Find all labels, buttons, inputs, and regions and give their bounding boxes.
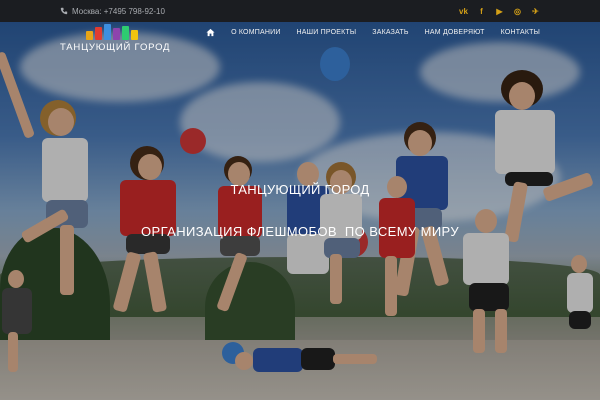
hero-dark-overlay (0, 22, 600, 400)
logo-text: ТАНЦУЮЩИЙ ГОРОД (60, 42, 171, 53)
logo-mark-icon (86, 24, 146, 40)
facebook-icon[interactable]: f (477, 7, 486, 16)
phone-contact[interactable]: Москва: +7495 798-92-10 (60, 0, 165, 22)
main-navigation: О КОМПАНИИ НАШИ ПРОЕКТЫ ЗАКАЗАТЬ НАМ ДОВ… (206, 22, 540, 42)
social-links: vk f ▶ ◎ ✈ (459, 0, 540, 22)
nav-projects[interactable]: НАШИ ПРОЕКТЫ (297, 29, 357, 36)
home-icon[interactable] (206, 28, 215, 37)
phone-icon (60, 7, 68, 15)
nav-contacts[interactable]: КОНТАКТЫ (501, 29, 540, 36)
nav-about[interactable]: О КОМПАНИИ (231, 29, 280, 36)
twitter-icon[interactable]: ✈ (531, 7, 540, 16)
site-logo[interactable]: ТАНЦУЮЩИЙ ГОРОД (60, 24, 175, 58)
hero-title: ТАНЦУЮЩИЙ ГОРОД (230, 182, 370, 197)
vk-icon[interactable]: vk (459, 7, 468, 16)
nav-order[interactable]: ЗАКАЗАТЬ (372, 29, 408, 36)
youtube-icon[interactable]: ▶ (495, 7, 504, 16)
hero-subtitle: ОРГАНИЗАЦИЯ ФЛЕШМОБОВ ПО ВСЕМУ МИРУ (140, 224, 460, 239)
top-bar: Москва: +7495 798-92-10 vk f ▶ ◎ ✈ (0, 0, 600, 22)
instagram-icon[interactable]: ◎ (513, 7, 522, 16)
hero-section: ТАНЦУЮЩИЙ ГОРОД О КОМПАНИИ НАШИ ПРОЕКТЫ … (0, 22, 600, 400)
nav-trust-us[interactable]: НАМ ДОВЕРЯЮТ (425, 29, 485, 36)
phone-number: Москва: +7495 798-92-10 (72, 6, 165, 16)
